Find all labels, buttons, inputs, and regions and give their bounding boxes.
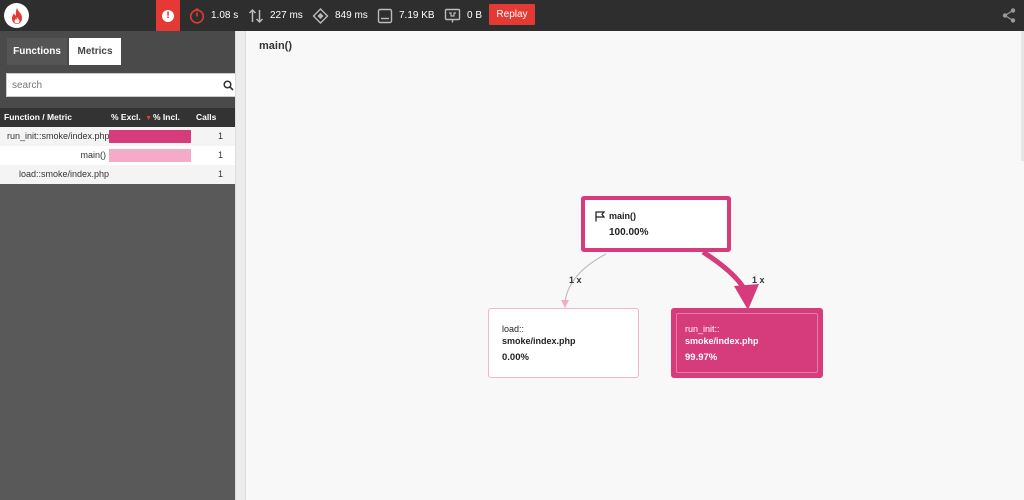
node-load-label-bottom: smoke/index.php xyxy=(502,336,576,346)
memory-icon xyxy=(377,8,393,23)
column-header-function[interactable]: Function / Metric xyxy=(4,108,72,127)
edge-label-run: 1 x xyxy=(752,275,765,285)
row-function-name: run_init::smoke/index.php xyxy=(7,131,110,141)
node-run-label-top: run_init:: xyxy=(685,324,720,334)
graph-node-run-init[interactable]: run_init:: smoke/index.php 99.97% xyxy=(671,308,823,378)
search-icon xyxy=(222,79,234,91)
sidebar-empty-area xyxy=(0,184,235,500)
graph-node-load[interactable]: load:: smoke/index.php 0.00% xyxy=(488,308,639,378)
table-row[interactable]: load::smoke/index.php 1 xyxy=(0,165,235,184)
row-calls: 1 xyxy=(217,131,223,141)
call-graph-area: main() xyxy=(246,31,1024,500)
node-main-label: main() xyxy=(609,211,636,221)
metric-wall-time: 1.08 s xyxy=(189,0,238,31)
graph-node-main[interactable]: main() 100.00% xyxy=(581,196,731,252)
flag-icon xyxy=(595,211,605,222)
replay-button[interactable]: Replay xyxy=(489,4,535,25)
node-load-percent: 0.00% xyxy=(502,352,529,363)
metric-network: 0 B xyxy=(444,0,482,31)
column-header-incl[interactable]: % Incl. xyxy=(153,108,180,127)
stopwatch-icon xyxy=(189,8,205,24)
search-box xyxy=(6,73,239,97)
function-table-header: Function / Metric % Excl. ▼ % Incl. Call… xyxy=(0,108,235,127)
metric-value: 849 ms xyxy=(335,10,368,21)
metric-value: 7.19 KB xyxy=(399,10,435,21)
tab-functions[interactable]: Functions xyxy=(7,38,67,65)
metric-memory: 7.19 KB xyxy=(377,0,435,31)
column-header-excl-label: % Excl. xyxy=(111,112,141,122)
flame-icon xyxy=(11,7,22,24)
network-icon xyxy=(444,8,461,22)
panel-resize-handle[interactable] xyxy=(235,31,246,500)
node-run-label-bottom: smoke/index.php xyxy=(685,336,759,346)
sort-down-icon: ▼ xyxy=(145,115,153,122)
alert-icon: ! xyxy=(162,9,174,22)
metric-io-time: 227 ms xyxy=(248,0,303,31)
row-function-name: main() xyxy=(80,150,106,160)
column-header-calls[interactable]: Calls xyxy=(196,108,216,127)
metric-value: 227 ms xyxy=(270,10,303,21)
up-down-arrows-icon xyxy=(248,8,264,23)
metric-value: 1.08 s xyxy=(211,10,239,21)
column-header-excl[interactable]: % Excl. ▼ xyxy=(111,108,152,127)
row-calls: 1 xyxy=(217,169,223,179)
function-table-body: run_init::smoke/index.php 1 main() 1 loa… xyxy=(0,127,235,184)
cpu-chip-icon xyxy=(312,7,329,24)
row-excl-bar xyxy=(109,130,191,143)
share-button[interactable] xyxy=(1002,8,1016,26)
metric-cpu-time: 849 ms xyxy=(312,0,368,31)
tab-metrics[interactable]: Metrics xyxy=(69,38,121,65)
edge-label-load: 1 x xyxy=(569,275,582,285)
node-load-label-top: load:: xyxy=(502,324,525,334)
row-calls: 1 xyxy=(217,150,223,160)
share-icon xyxy=(1002,8,1016,23)
table-row[interactable]: run_init::smoke/index.php 1 xyxy=(0,127,235,146)
sidebar-panel: Functions Metrics Function / Metric % Ex… xyxy=(0,31,239,500)
metric-value: 0 B xyxy=(467,10,483,21)
row-excl-bar xyxy=(109,149,191,162)
app-logo[interactable] xyxy=(4,3,29,28)
node-main-percent: 100.00% xyxy=(609,227,649,238)
top-bar: ! 1.08 s 227 ms 849 ms 7.19 KB 0 B Repla… xyxy=(0,0,1024,31)
search-input[interactable] xyxy=(7,74,219,96)
row-function-name: load::smoke/index.php xyxy=(19,169,110,179)
table-row[interactable]: main() 1 xyxy=(0,146,235,165)
alert-button[interactable]: ! xyxy=(156,0,180,31)
graph-title: main() xyxy=(259,40,292,52)
node-run-percent: 99.97% xyxy=(685,352,718,363)
